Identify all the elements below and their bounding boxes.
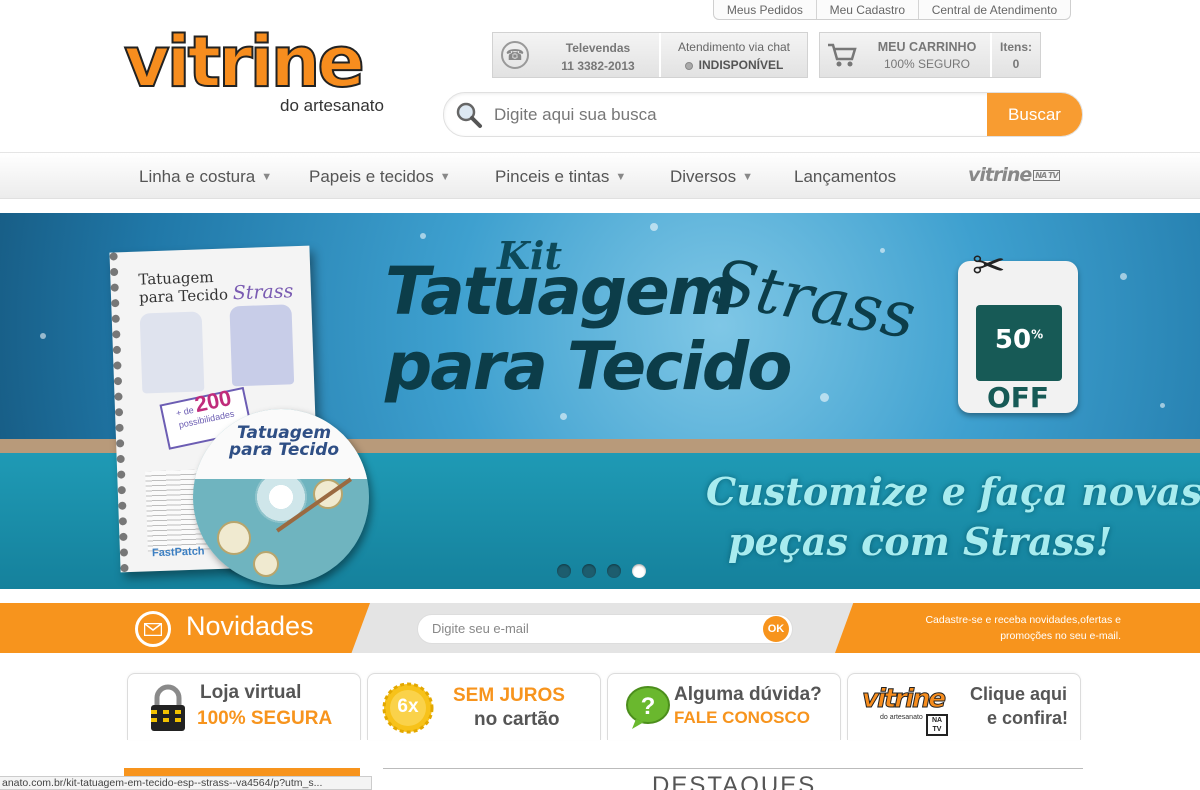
nav-vitrine-tv-logo[interactable]: vitrine NA TV: [968, 164, 1060, 186]
phone-icon: ☎: [493, 33, 537, 77]
book-title: Tatuagem para Tecido Strass: [138, 267, 294, 307]
feature-line1: Loja virtual: [200, 682, 302, 703]
feature-vitrine-tv[interactable]: vitrine do artesanato NA TV Clique aqui …: [847, 673, 1081, 740]
televendas: Televendas 11 3382-2013: [537, 33, 661, 77]
banner-title-line1: Tatuagem: [385, 253, 737, 330]
feature-line2: FALE CONOSCO: [674, 708, 811, 727]
question-bubble-icon: ?: [622, 682, 674, 734]
vitrine-tv-logo: vitrine: [861, 684, 946, 715]
nav-item-diversos[interactable]: Diversos ▼: [670, 153, 753, 200]
status-dot-icon: [684, 61, 693, 70]
feature-secure-store[interactable]: Loja virtual 100% SEGURA: [127, 673, 361, 740]
logo-subtitle: do artesanato: [280, 96, 384, 115]
newsletter-ok-button[interactable]: OK: [763, 616, 789, 642]
my-orders-link[interactable]: Meus Pedidos: [714, 0, 816, 19]
nav-label: Pinceis e tintas: [495, 166, 610, 186]
nav-label: Linha e costura: [139, 166, 256, 186]
carousel-dot[interactable]: [557, 564, 571, 578]
carousel-dot[interactable]: [607, 564, 621, 578]
triangle-down-icon: ▼: [615, 170, 627, 183]
nav-tv-badge: NA TV: [1033, 170, 1060, 181]
product-dvd-image: Tatuagem para Tecido: [193, 409, 369, 585]
triangle-down-icon: ▼: [261, 170, 273, 183]
cart-icon: [820, 33, 864, 77]
nav-item-pinceis-e-tintas[interactable]: Pinceis e tintas ▼: [495, 153, 626, 200]
nav-item-papeis-e-tecidos[interactable]: Papeis e tecidos ▼: [309, 153, 451, 200]
search-input[interactable]: [494, 104, 987, 125]
nav-item-lancamentos[interactable]: Lançamentos: [794, 153, 896, 200]
top-links: Meus Pedidos Meu Cadastro Central de Ate…: [713, 0, 1071, 20]
discount-value: 50%: [976, 325, 1062, 355]
chat-status[interactable]: Atendimento via chat INDISPONÍVEL: [661, 33, 807, 77]
nav-label: Lançamentos: [794, 166, 897, 186]
feature-line2: 100% SEGURA: [197, 708, 333, 729]
televendas-phone: 11 3382-2013: [561, 59, 635, 73]
discount-off: OFF: [986, 381, 1050, 414]
book-logo: FastPatch: [151, 545, 205, 560]
banner-cta-line2: peças com Strass!: [728, 519, 1113, 564]
logo-word: vitrine: [123, 21, 366, 103]
hero-banner[interactable]: Kit Tatuagem para Tecido Strass ✂ 50% OF…: [0, 213, 1200, 589]
cart-box[interactable]: MEU CARRINHO 100% SEGURO Itens: 0: [819, 32, 1041, 78]
chat-status-text: INDISPONÍVEL: [698, 58, 784, 72]
nav-item-linha-e-costura[interactable]: Linha e costura ▼: [139, 153, 272, 200]
triangle-down-icon: ▼: [742, 170, 754, 183]
discount-number: 50: [994, 325, 1032, 355]
nav-tv-word: vitrine: [968, 164, 1032, 186]
seal-icon: 6x: [382, 682, 434, 734]
newsletter-bar: Novidades Cadastre-se e receba novidades…: [0, 603, 1200, 653]
installments-badge: 6x: [397, 696, 419, 717]
scissors-icon: ✂: [972, 244, 1006, 288]
banner-title-line2: para Tecido: [385, 328, 792, 405]
padlock-icon: [142, 682, 194, 734]
feature-line1: SEM JUROS: [453, 685, 565, 706]
newsletter-email-input[interactable]: [432, 621, 752, 636]
nav-label: Papeis e tecidos: [309, 166, 434, 186]
envelope-icon: [135, 611, 171, 647]
feature-contact[interactable]: ? Alguma dúvida? FALE CONOSCO: [607, 673, 841, 740]
feature-line2: e confira!: [987, 708, 1069, 728]
section-title-destaques: DESTAQUES: [652, 772, 817, 790]
feature-line1: Clique aqui: [970, 684, 1068, 704]
nav-label: Diversos: [670, 166, 737, 186]
contact-box: ☎ Televendas 11 3382-2013 Atendimento vi…: [492, 32, 808, 78]
triangle-down-icon: ▼: [439, 170, 451, 183]
cart-items-count: 0: [1012, 57, 1020, 71]
newsletter-field: [417, 614, 793, 644]
cart-title: MEU CARRINHO: [877, 40, 977, 54]
search-icon: [444, 101, 494, 129]
browser-status-url: anato.com.br/kit-tatuagem-em-tecido-esp-…: [0, 776, 372, 790]
discount-unit: %: [1031, 327, 1044, 342]
search-button[interactable]: Buscar: [987, 93, 1082, 136]
discount-tag: ✂ 50% OFF: [958, 243, 1078, 414]
vitrine-tv-badge: NA TV: [926, 714, 948, 736]
main-nav: Linha e costura ▼ Papeis e tecidos ▼ Pince…: [0, 152, 1200, 199]
my-account-link[interactable]: Meu Cadastro: [815, 0, 918, 19]
feature-line2: no cartão: [474, 709, 560, 730]
carousel-dots: [557, 564, 646, 578]
newsletter-title: Novidades: [186, 611, 314, 641]
chat-label: Atendimento via chat: [677, 40, 791, 54]
carousel-dot[interactable]: [632, 564, 646, 578]
site-logo[interactable]: vitrine do artesanato: [123, 21, 404, 122]
cart-subtitle: 100% SEGURO: [883, 57, 971, 71]
vitrine-tv-sub: do artesanato: [880, 714, 923, 721]
newsletter-info: Cadastre-se e receba novidades,ofertas e…: [925, 614, 1121, 642]
cart-items-label: Itens:: [999, 40, 1032, 54]
divider: [383, 768, 1083, 769]
carousel-dot[interactable]: [582, 564, 596, 578]
feature-no-interest[interactable]: 6x SEM JUROS no cartão: [367, 673, 601, 740]
search-bar: Buscar: [443, 92, 1083, 137]
banner-cta-line1: Customize e faça novas: [706, 469, 1200, 514]
page: Meus Pedidos Meu Cadastro Central de Ate…: [0, 0, 1200, 790]
support-center-link[interactable]: Central de Atendimento: [917, 0, 1070, 19]
disc-title: Tatuagem para Tecido: [229, 423, 340, 460]
feature-line1: Alguma dúvida?: [674, 684, 822, 705]
televendas-label: Televendas: [565, 41, 631, 55]
svg-text:?: ?: [641, 693, 656, 720]
